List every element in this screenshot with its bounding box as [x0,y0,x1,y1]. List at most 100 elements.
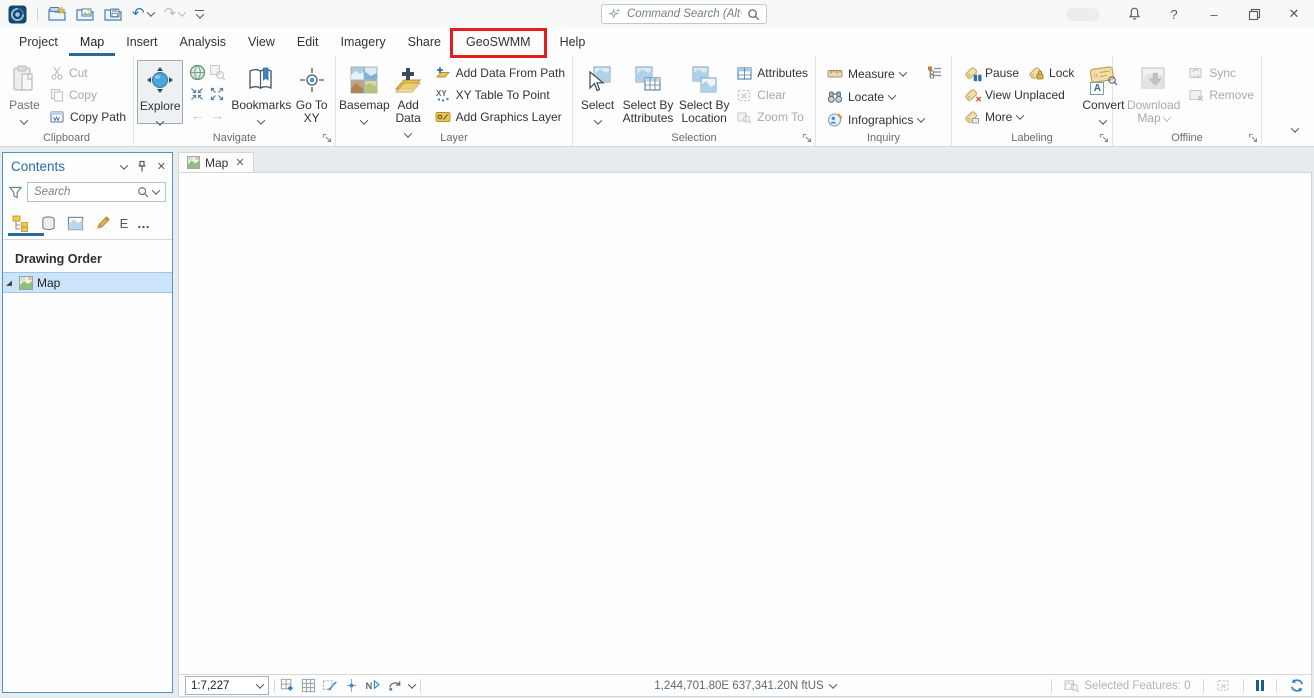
tab-edit[interactable]: Edit [286,30,330,56]
locate-button[interactable]: Locate [823,85,928,108]
contents-search-box[interactable] [27,182,166,202]
attributes-button[interactable]: Attributes [733,62,812,84]
tab-insert[interactable]: Insert [115,30,168,56]
map-grid-icon[interactable] [301,678,316,693]
select-dropdown-chevron-icon[interactable] [593,116,601,124]
restore-button[interactable] [1234,0,1274,28]
tab-map[interactable]: Map [69,30,115,56]
sketch-constraints-icon[interactable] [322,678,338,693]
status-options-chevron-icon[interactable] [408,680,416,688]
list-by-editing-tab[interactable] [90,211,114,235]
list-by-data-source-tab[interactable] [36,211,60,235]
view-unplaced-button[interactable]: ✕ View Unplaced [959,84,1078,106]
more-labeling-chevron-icon[interactable] [1016,111,1024,119]
fixed-zoom-in-icon[interactable] [189,86,205,102]
basemap-icon [350,62,378,98]
navigate-dialog-launcher-icon[interactable] [322,133,332,143]
tab-project[interactable]: Project [8,30,69,56]
fixed-zoom-out-icon[interactable] [209,86,225,102]
select-by-attributes-button[interactable]: Select By Attributes [619,60,677,125]
select-button[interactable]: Select [576,60,619,122]
list-by-drawing-order-tab[interactable] [9,211,33,235]
command-search-input[interactable] [627,8,742,20]
paste-button[interactable]: Paste [3,60,46,122]
undo-button[interactable]: ↶ [132,7,154,21]
add-data-button[interactable]: Add Data [390,60,427,135]
infographics-button[interactable]: Infographics [823,108,928,131]
add-data-from-path-button[interactable]: Add Data From Path [431,62,569,84]
snapping-icon[interactable] [344,678,359,693]
paste-dropdown-chevron-icon[interactable] [20,116,28,124]
go-to-xy-button[interactable]: Go To XY [291,60,332,125]
customize-quick-access-button[interactable] [195,10,204,19]
measure-button[interactable]: Measure [823,62,928,85]
xy-table-to-point-button[interactable]: XY XY Table To Point [431,84,569,106]
search-options-chevron-icon[interactable] [152,186,160,194]
tab-analysis[interactable]: Analysis [169,30,238,56]
more-labeling-button[interactable]: More [959,106,1078,128]
undo-icon[interactable]: ↶ [132,7,145,21]
list-by-labeling-tab[interactable]: E [117,211,131,235]
close-pane-icon[interactable]: ✕ [157,160,166,173]
full-extent-icon[interactable] [189,64,206,81]
explore-button[interactable]: Explore [137,60,183,124]
labeling-dialog-launcher-icon[interactable] [1099,133,1109,143]
tab-geoswmm-highlighted[interactable]: GeoSWMM [452,30,545,56]
pane-options-chevron-icon[interactable] [120,161,128,169]
selection-dialog-launcher-icon[interactable] [802,133,812,143]
refresh-icon[interactable] [1289,678,1305,693]
infographics-dropdown-chevron-icon[interactable] [917,114,925,122]
coordinate-conversion-icon[interactable] [927,65,942,79]
user-account-blurred[interactable] [1066,8,1100,21]
command-search[interactable] [601,4,767,24]
map-tree-item[interactable]: ◢ Map [3,272,172,293]
contents-search-input[interactable] [34,186,133,198]
select-by-location-button[interactable]: Select By Location [677,60,731,125]
pause-labeling-button[interactable]: ▮▮ Pause [959,62,1023,84]
notifications-button[interactable] [1114,0,1154,28]
lock-labeling-button[interactable]: Lock [1023,62,1078,84]
status-divider [1203,679,1204,693]
tab-imagery[interactable]: Imagery [329,30,396,56]
north-arrow-icon[interactable]: N [365,678,381,693]
tab-view[interactable]: View [237,30,286,56]
close-view-icon[interactable]: ✕ [235,156,244,169]
redo-dropdown-chevron-icon[interactable] [178,8,186,16]
minimize-button[interactable]: – [1194,0,1234,28]
tab-share[interactable]: Share [397,30,452,56]
close-button[interactable]: ✕ [1274,0,1314,28]
convert-dropdown-chevron-icon[interactable] [1099,116,1107,124]
basemap-button[interactable]: Basemap [339,60,390,122]
collapse-ribbon-chevron-icon[interactable] [1292,122,1298,136]
tab-help[interactable]: Help [549,30,597,56]
pause-drawing-icon[interactable] [1256,680,1265,691]
map-scale-combo[interactable]: 1:7,227 [185,676,269,695]
offline-dialog-launcher-icon[interactable] [1248,133,1258,143]
rotate-view-icon[interactable] [387,678,403,693]
measure-dropdown-chevron-icon[interactable] [898,68,906,76]
undo-dropdown-chevron-icon[interactable] [146,8,154,16]
more-list-options-tab[interactable]: … [134,211,154,235]
explore-dropdown-chevron-icon[interactable] [156,117,164,125]
expand-triangle-icon[interactable]: ◢ [6,278,15,286]
search-icon[interactable] [747,8,760,21]
bookmarks-button[interactable]: Bookmarks [231,60,291,122]
filter-icon[interactable] [9,186,22,199]
open-project-icon[interactable] [76,6,94,22]
list-by-selection-tab[interactable] [63,211,87,235]
map-view-tab[interactable]: Map ✕ [178,152,254,172]
map-grid-add-icon[interactable] [280,678,295,693]
basemap-dropdown-chevron-icon[interactable] [360,116,368,124]
pin-icon[interactable] [137,160,147,173]
map-canvas[interactable] [178,172,1312,674]
new-project-icon[interactable] [48,6,66,22]
add-graphics-layer-button[interactable]: Add Graphics Layer [431,106,569,128]
coordinate-readout[interactable]: 1,244,701.80E 637,341.20N ftUS [654,680,835,692]
locate-dropdown-chevron-icon[interactable] [888,91,896,99]
help-button[interactable]: ? [1154,0,1194,28]
save-project-icon[interactable] [104,6,122,22]
coordinates-chevron-icon[interactable] [828,680,836,688]
copy-path-button[interactable]: Copy Path [46,106,130,128]
bookmarks-dropdown-chevron-icon[interactable] [257,116,265,124]
redo-button[interactable]: ↷ [164,7,186,21]
